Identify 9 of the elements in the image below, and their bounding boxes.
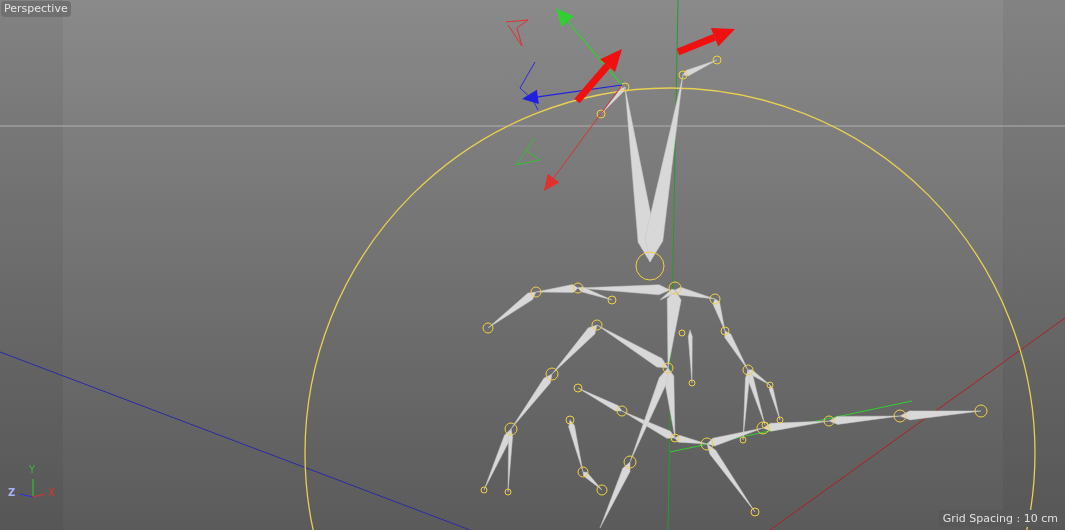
direction-arrow[interactable]: [574, 49, 622, 104]
x-axis-label: X: [48, 487, 55, 498]
z-move-arrow[interactable]: [522, 84, 623, 104]
viewport[interactable]: Perspective Y Z X Grid Spacing : 10 cm: [0, 0, 1065, 530]
x-move-arrow[interactable]: [544, 84, 623, 191]
z-axis-label: Z: [8, 487, 16, 498]
viewport-title[interactable]: Perspective: [1, 1, 71, 17]
world-axis-icon: [19, 478, 46, 498]
y-axis-label: Y: [29, 464, 36, 475]
